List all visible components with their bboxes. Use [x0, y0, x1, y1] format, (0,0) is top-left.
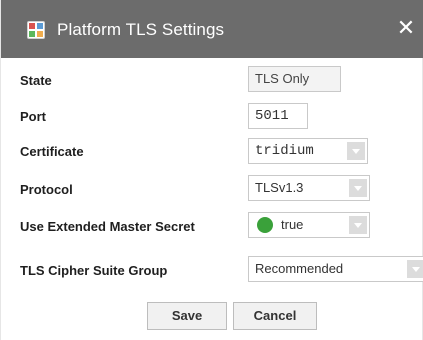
protocol-row: Protocol TLSv1.3 [1, 173, 423, 209]
title-bar: Platform TLS Settings ✕ [1, 0, 423, 58]
port-label: Port [20, 109, 46, 124]
platform-tls-settings-dialog: Platform TLS Settings ✕ State TLS Only P… [0, 0, 423, 340]
certificate-value: tridium [255, 143, 314, 159]
port-input[interactable]: 5011 [248, 103, 308, 129]
port-row: Port 5011 [1, 100, 423, 136]
certificate-select[interactable]: tridium [248, 138, 368, 164]
certificate-row: Certificate tridium [1, 135, 423, 171]
state-label: State [20, 73, 52, 88]
dialog-title: Platform TLS Settings [57, 20, 225, 39]
ems-row: Use Extended Master Secret true [1, 210, 423, 246]
ems-select[interactable]: true [248, 212, 370, 238]
protocol-select[interactable]: TLSv1.3 [248, 175, 370, 201]
cipher-value: Recommended [255, 261, 344, 276]
save-button[interactable]: Save [147, 302, 227, 330]
chevron-down-icon[interactable] [347, 142, 365, 160]
ems-value: true [281, 217, 304, 232]
chevron-down-icon[interactable] [349, 179, 367, 197]
cipher-select[interactable]: Recommended [248, 256, 423, 282]
status-dot-icon [257, 217, 273, 233]
state-value: TLS Only [255, 71, 310, 86]
protocol-value: TLSv1.3 [255, 180, 304, 195]
cancel-button[interactable]: Cancel [233, 302, 317, 330]
chevron-down-icon[interactable] [349, 216, 367, 234]
port-value: 5011 [255, 108, 289, 124]
state-row: State TLS Only [1, 64, 423, 100]
state-field: TLS Only [248, 66, 341, 92]
close-icon[interactable]: ✕ [393, 16, 419, 42]
app-icon [27, 21, 45, 39]
certificate-label: Certificate [20, 144, 84, 159]
protocol-label: Protocol [20, 182, 73, 197]
ems-label: Use Extended Master Secret [20, 219, 195, 234]
chevron-down-icon[interactable] [407, 260, 423, 278]
cipher-label: TLS Cipher Suite Group [20, 263, 168, 278]
cipher-row: TLS Cipher Suite Group Recommended [1, 254, 423, 290]
